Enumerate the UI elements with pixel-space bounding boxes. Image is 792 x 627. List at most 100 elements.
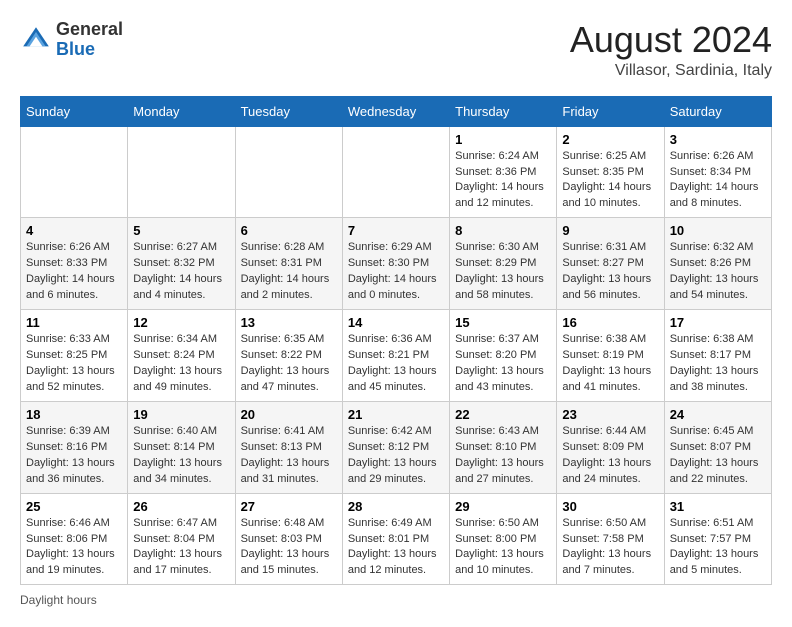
day-info: Sunrise: 6:46 AM Sunset: 8:06 PM Dayligh… [26, 516, 122, 580]
calendar-cell: 29 Sunrise: 6:50 AM Sunset: 8:00 PM Dayli… [450, 493, 557, 585]
day-info: Sunrise: 6:24 AM Sunset: 8:36 PM Dayligh… [455, 149, 551, 213]
day-info: Sunrise: 6:35 AM Sunset: 8:22 PM Dayligh… [241, 332, 337, 396]
calendar-col-header: Tuesday [235, 96, 342, 126]
calendar-col-header: Sunday [21, 96, 128, 126]
calendar-cell: 31 Sunrise: 6:51 AM Sunset: 7:57 PM Dayli… [664, 493, 771, 585]
calendar-cell: 19 Sunrise: 6:40 AM Sunset: 8:14 PM Dayli… [128, 401, 235, 493]
day-number: 3 [670, 132, 766, 147]
day-number: 17 [670, 315, 766, 330]
calendar-week-row: 4Sunrise: 6:26 AM Sunset: 8:33 PM Daylig… [21, 218, 772, 310]
day-info: Sunrise: 6:47 AM Sunset: 8:04 PM Dayligh… [133, 516, 229, 580]
calendar-cell: 1 Sunrise: 6:24 AM Sunset: 8:36 PM Daylig… [450, 126, 557, 218]
day-number: 20 [241, 407, 337, 422]
day-info: Sunrise: 6:40 AM Sunset: 8:14 PM Dayligh… [133, 424, 229, 488]
calendar-cell: 3 Sunrise: 6:26 AM Sunset: 8:34 PM Daylig… [664, 126, 771, 218]
day-info: Sunrise: 6:43 AM Sunset: 8:10 PM Dayligh… [455, 424, 551, 488]
day-info: Sunrise: 6:50 AM Sunset: 8:00 PM Dayligh… [455, 516, 551, 580]
calendar-week-row: 25 Sunrise: 6:46 AM Sunset: 8:06 PM Dayli… [21, 493, 772, 585]
day-number: 8 [455, 223, 551, 238]
day-info: Sunrise: 6:51 AM Sunset: 7:57 PM Dayligh… [670, 516, 766, 580]
calendar-cell: 16 Sunrise: 6:38 AM Sunset: 8:19 PM Dayli… [557, 310, 664, 402]
title-block: August 2024 Villasor, Sardinia, Italy [570, 20, 772, 80]
calendar-cell: 24 Sunrise: 6:45 AM Sunset: 8:07 PM Dayli… [664, 401, 771, 493]
day-info: Sunrise: 6:25 AM Sunset: 8:35 PM Dayligh… [562, 149, 658, 213]
calendar-cell [128, 126, 235, 218]
logo-icon [20, 24, 52, 56]
calendar-cell: 17 Sunrise: 6:38 AM Sunset: 8:17 PM Dayli… [664, 310, 771, 402]
day-info: Sunrise: 6:50 AM Sunset: 7:58 PM Dayligh… [562, 516, 658, 580]
day-number: 6 [241, 223, 337, 238]
location: Villasor, Sardinia, Italy [570, 62, 772, 80]
day-number: 15 [455, 315, 551, 330]
day-info: Sunrise: 6:32 AM Sunset: 8:26 PM Dayligh… [670, 240, 766, 304]
logo: General Blue [20, 20, 123, 60]
day-info: Sunrise: 6:45 AM Sunset: 8:07 PM Dayligh… [670, 424, 766, 488]
day-info: Sunrise: 6:26 AM Sunset: 8:33 PM Dayligh… [26, 240, 122, 304]
day-number: 25 [26, 499, 122, 514]
day-number: 9 [562, 223, 658, 238]
calendar-table: SundayMondayTuesdayWednesdayThursdayFrid… [20, 96, 772, 586]
day-info: Sunrise: 6:26 AM Sunset: 8:34 PM Dayligh… [670, 149, 766, 213]
day-info: Sunrise: 6:31 AM Sunset: 8:27 PM Dayligh… [562, 240, 658, 304]
calendar-cell: 11 Sunrise: 6:33 AM Sunset: 8:25 PM Dayli… [21, 310, 128, 402]
calendar-week-row: 18 Sunrise: 6:39 AM Sunset: 8:16 PM Dayli… [21, 401, 772, 493]
day-number: 28 [348, 499, 444, 514]
logo-blue: Blue [56, 39, 95, 59]
calendar-cell: 14Sunrise: 6:36 AM Sunset: 8:21 PM Dayli… [342, 310, 449, 402]
calendar-cell: 15 Sunrise: 6:37 AM Sunset: 8:20 PM Dayli… [450, 310, 557, 402]
day-number: 22 [455, 407, 551, 422]
day-info: Sunrise: 6:38 AM Sunset: 8:17 PM Dayligh… [670, 332, 766, 396]
day-number: 13 [241, 315, 337, 330]
footer: Daylight hours [20, 593, 772, 607]
day-number: 16 [562, 315, 658, 330]
calendar-cell: 20 Sunrise: 6:41 AM Sunset: 8:13 PM Dayli… [235, 401, 342, 493]
day-info: Sunrise: 6:38 AM Sunset: 8:19 PM Dayligh… [562, 332, 658, 396]
day-number: 19 [133, 407, 229, 422]
day-number: 18 [26, 407, 122, 422]
day-info: Sunrise: 6:39 AM Sunset: 8:16 PM Dayligh… [26, 424, 122, 488]
calendar-cell: 12 Sunrise: 6:34 AM Sunset: 8:24 PM Dayli… [128, 310, 235, 402]
page-header: General Blue August 2024 Villasor, Sardi… [20, 20, 772, 80]
day-number: 23 [562, 407, 658, 422]
day-info: Sunrise: 6:41 AM Sunset: 8:13 PM Dayligh… [241, 424, 337, 488]
calendar-cell: 8 Sunrise: 6:30 AM Sunset: 8:29 PM Daylig… [450, 218, 557, 310]
day-number: 11 [26, 315, 122, 330]
day-info: Sunrise: 6:44 AM Sunset: 8:09 PM Dayligh… [562, 424, 658, 488]
day-number: 31 [670, 499, 766, 514]
calendar-cell: 18 Sunrise: 6:39 AM Sunset: 8:16 PM Dayli… [21, 401, 128, 493]
calendar-cell: 6 Sunrise: 6:28 AM Sunset: 8:31 PM Daylig… [235, 218, 342, 310]
calendar-col-header: Thursday [450, 96, 557, 126]
calendar-cell: 4Sunrise: 6:26 AM Sunset: 8:33 PM Daylig… [21, 218, 128, 310]
day-number: 1 [455, 132, 551, 147]
day-number: 5 [133, 223, 229, 238]
calendar-cell [21, 126, 128, 218]
day-number: 2 [562, 132, 658, 147]
day-info: Sunrise: 6:37 AM Sunset: 8:20 PM Dayligh… [455, 332, 551, 396]
day-info: Sunrise: 6:36 AM Sunset: 8:21 PM Dayligh… [348, 332, 444, 396]
calendar-col-header: Friday [557, 96, 664, 126]
day-info: Sunrise: 6:30 AM Sunset: 8:29 PM Dayligh… [455, 240, 551, 304]
calendar-cell: 10Sunrise: 6:32 AM Sunset: 8:26 PM Dayli… [664, 218, 771, 310]
day-info: Sunrise: 6:34 AM Sunset: 8:24 PM Dayligh… [133, 332, 229, 396]
calendar-cell: 7Sunrise: 6:29 AM Sunset: 8:30 PM Daylig… [342, 218, 449, 310]
calendar-cell: 30 Sunrise: 6:50 AM Sunset: 7:58 PM Dayli… [557, 493, 664, 585]
calendar-cell: 2 Sunrise: 6:25 AM Sunset: 8:35 PM Daylig… [557, 126, 664, 218]
day-number: 12 [133, 315, 229, 330]
day-info: Sunrise: 6:28 AM Sunset: 8:31 PM Dayligh… [241, 240, 337, 304]
calendar-cell: 26 Sunrise: 6:47 AM Sunset: 8:04 PM Dayli… [128, 493, 235, 585]
day-number: 30 [562, 499, 658, 514]
day-info: Sunrise: 6:42 AM Sunset: 8:12 PM Dayligh… [348, 424, 444, 488]
day-number: 24 [670, 407, 766, 422]
day-info: Sunrise: 6:49 AM Sunset: 8:01 PM Dayligh… [348, 516, 444, 580]
day-number: 29 [455, 499, 551, 514]
calendar-cell: 5Sunrise: 6:27 AM Sunset: 8:32 PM Daylig… [128, 218, 235, 310]
calendar-col-header: Wednesday [342, 96, 449, 126]
calendar-week-row: 1 Sunrise: 6:24 AM Sunset: 8:36 PM Daylig… [21, 126, 772, 218]
calendar-cell: 25 Sunrise: 6:46 AM Sunset: 8:06 PM Dayli… [21, 493, 128, 585]
calendar-cell: 21 Sunrise: 6:42 AM Sunset: 8:12 PM Dayli… [342, 401, 449, 493]
day-number: 26 [133, 499, 229, 514]
day-number: 21 [348, 407, 444, 422]
calendar-col-header: Monday [128, 96, 235, 126]
calendar-cell: 13 Sunrise: 6:35 AM Sunset: 8:22 PM Dayli… [235, 310, 342, 402]
day-info: Sunrise: 6:33 AM Sunset: 8:25 PM Dayligh… [26, 332, 122, 396]
